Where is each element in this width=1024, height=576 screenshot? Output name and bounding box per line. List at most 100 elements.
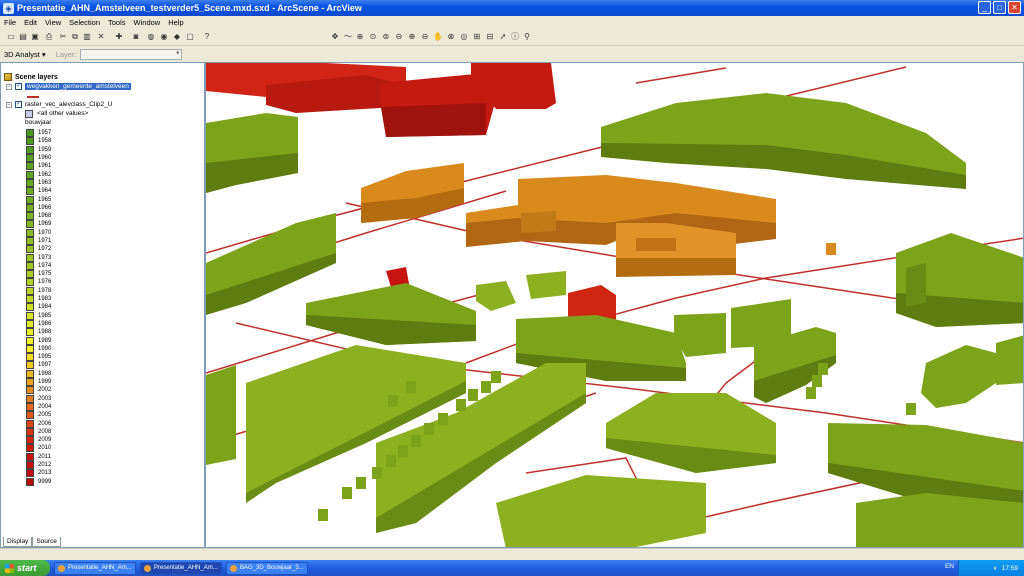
menu-edit[interactable]: Edit: [24, 18, 37, 27]
collapse-icon[interactable]: −: [6, 101, 12, 108]
pan-icon[interactable]: ✋: [433, 32, 443, 42]
legend-item: 1963: [26, 178, 51, 187]
legend-swatch: [26, 286, 34, 295]
legend-swatch: [26, 461, 34, 470]
legend-label: 1958: [38, 138, 52, 145]
legend-swatch: [26, 311, 34, 320]
tab-source[interactable]: Source: [32, 537, 61, 547]
layer-dropdown[interactable]: [79, 48, 182, 60]
print-icon[interactable]: ⎙: [44, 32, 54, 42]
legend-item: 1971: [26, 237, 51, 245]
cut-icon[interactable]: ✂: [58, 32, 68, 42]
title-bar: ◈ Presentatie_AHN_Amstelveen_testverder5…: [0, 0, 1024, 16]
widen-fov-icon[interactable]: ⊟: [485, 32, 495, 42]
legend-item: 1962: [26, 170, 52, 179]
menu-window[interactable]: Window: [134, 18, 161, 27]
select-features-icon[interactable]: ➚: [498, 32, 508, 42]
table-of-contents: Scene layers − ✓ wegvakken_gemeente_amst…: [0, 62, 205, 548]
layer-visibility-checkbox[interactable]: ✓: [15, 83, 22, 90]
legend-swatch: [26, 228, 34, 237]
legend-field-label: bouwjaar: [25, 119, 52, 126]
scene-layers-icon: [4, 73, 12, 81]
navigate-icon[interactable]: ✥: [330, 32, 340, 42]
legend-label: 1962: [38, 171, 52, 178]
scene-layers-root[interactable]: Scene layers: [4, 73, 58, 81]
legend-label: 1995: [38, 354, 52, 361]
menu-view[interactable]: View: [45, 18, 61, 27]
legend-swatch: [26, 477, 34, 486]
scene-view[interactable]: [205, 62, 1024, 548]
legend-item: 2005: [26, 411, 51, 420]
legend-label: 1985: [38, 312, 52, 319]
scene-properties-icon[interactable]: ◙: [131, 32, 141, 42]
zoom-to-target-icon[interactable]: ⊙: [368, 32, 378, 42]
paste-icon[interactable]: ▥: [82, 32, 92, 42]
target-center-icon[interactable]: ⊕: [355, 32, 365, 42]
legend-label: 1988: [38, 329, 52, 336]
legend-label: 1984: [38, 304, 52, 311]
layer-name[interactable]: raster_vec_alevclass_Clip2_U: [25, 101, 112, 108]
tab-display[interactable]: Display: [3, 537, 33, 547]
legend-label: 1999: [38, 379, 52, 386]
taskbar-item-label: Presentatie_AHN_Am...: [154, 565, 218, 571]
taskbar-item[interactable]: Presentatie_AHN_Am...: [140, 561, 222, 575]
globe-icon[interactable]: ◍: [146, 32, 156, 42]
3d-analyst-menu[interactable]: 3D Analyst ▾: [4, 50, 46, 59]
layer-visibility-checkbox[interactable]: ✓: [15, 101, 22, 108]
open-icon[interactable]: ▤: [18, 32, 28, 42]
legend-label: 2010: [38, 445, 52, 452]
add-data-icon[interactable]: ✚: [114, 32, 124, 42]
fly-icon[interactable]: 〜: [343, 32, 353, 42]
taskbar-item[interactable]: BAG_3D_Bouwjaar_3...: [226, 561, 308, 575]
app-icon: [144, 564, 151, 572]
legend-label: 2011: [38, 453, 51, 460]
viewer-icon[interactable]: ▢: [185, 32, 195, 42]
legend-item: 2011: [26, 452, 51, 461]
menu-selection[interactable]: Selection: [69, 18, 100, 27]
start-button[interactable]: start: [0, 560, 50, 576]
layer-row-raster[interactable]: − ✓ raster_vec_alevclass_Clip2_U: [1, 100, 112, 109]
delete-icon[interactable]: ✕: [96, 32, 106, 42]
legend-label: 1965: [38, 196, 52, 203]
layer-icon[interactable]: ◆: [172, 32, 182, 42]
legend-label: <all other values>: [37, 110, 89, 117]
zoom-in-icon[interactable]: ⊕: [407, 32, 417, 42]
zoom-out-icon[interactable]: ⊖: [420, 32, 430, 42]
legend-swatch: [26, 469, 34, 478]
legend-item: 1976: [26, 278, 51, 287]
arctoolbox-icon[interactable]: ◉: [159, 32, 169, 42]
menu-file[interactable]: File: [4, 18, 16, 27]
full-extent-icon[interactable]: ⊗: [446, 32, 456, 42]
layer-name[interactable]: wegvakken_gemeente_amstelveen: [25, 83, 131, 90]
legend-item: 1984: [26, 303, 52, 312]
identify-icon[interactable]: ⓘ: [510, 32, 520, 42]
tray-icon[interactable]: ◐: [994, 565, 998, 572]
zoom-in-out-icon[interactable]: ⊖: [394, 32, 404, 42]
close-button[interactable]: ✕: [1008, 1, 1021, 14]
menu-help[interactable]: Help: [168, 18, 183, 27]
legend-item: 1986: [26, 319, 52, 328]
legend-label: 1986: [38, 320, 52, 327]
set-observer-icon[interactable]: ⊚: [381, 32, 391, 42]
language-indicator[interactable]: EN: [945, 563, 954, 570]
maximize-button[interactable]: □: [993, 1, 1006, 14]
legend-label: 2002: [38, 387, 52, 394]
copy-icon[interactable]: ⧉: [70, 32, 80, 42]
whats-this-help-icon[interactable]: ?: [202, 32, 212, 42]
save-icon[interactable]: ▣: [30, 32, 40, 42]
narrow-fov-icon[interactable]: ⊞: [472, 32, 482, 42]
full-globe-icon[interactable]: ◎: [459, 32, 469, 42]
menu-tools[interactable]: Tools: [108, 18, 126, 27]
taskbar-item[interactable]: Presentatie_AHN_Am...: [54, 561, 136, 575]
layer-row-roads[interactable]: − ✓ wegvakken_gemeente_amstelveen: [1, 82, 131, 91]
legend-label: 2013: [38, 470, 52, 477]
collapse-icon[interactable]: −: [6, 83, 12, 90]
legend-label: 1998: [38, 370, 52, 377]
minimize-button[interactable]: _: [978, 1, 991, 14]
new-document-icon[interactable]: ▭: [6, 32, 16, 42]
legend-item: 1983: [26, 295, 51, 304]
legend-label: 1971: [38, 238, 52, 244]
legend-item: 1970: [26, 228, 51, 237]
legend-item: 1959: [26, 145, 51, 154]
find-binoculars-icon[interactable]: ⚲: [522, 32, 532, 42]
